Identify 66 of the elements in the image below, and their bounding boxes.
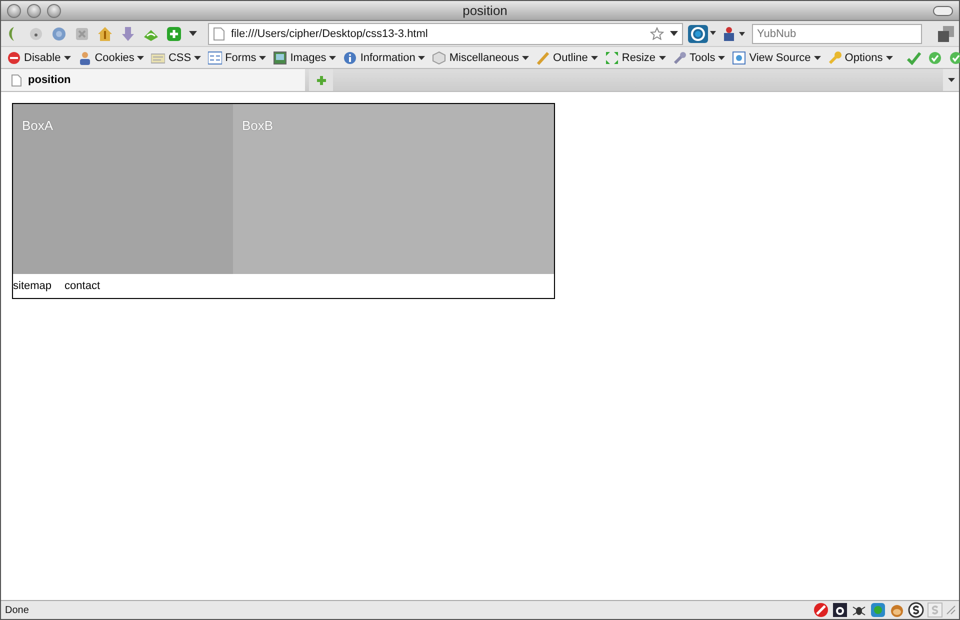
dropdown-arrow-icon [814,56,821,60]
window-title: position [462,3,508,18]
figure-icon[interactable] [721,26,747,42]
toolbar-menu[interactable]: Options [828,50,893,64]
dropdown-arrow-icon [948,78,954,82]
toolbar-menu[interactable]: Information [343,50,426,64]
zoom-button[interactable] [47,4,61,18]
stylesheet-icon [151,50,166,64]
home-icon[interactable] [97,26,113,42]
stop-icon[interactable] [74,26,90,42]
footer-link[interactable]: sitemap [13,280,52,292]
bookmark-star-icon[interactable] [650,27,664,40]
search-field[interactable]: YubNub [752,24,922,44]
new-tab-button[interactable] [309,69,333,91]
dropdown-arrow-icon [590,56,598,60]
dropdown-arrow-icon [259,56,266,60]
dropdown-arrow-icon [658,56,666,60]
no-entry-icon[interactable] [813,602,829,618]
dropdown-arrow-icon [64,56,71,60]
add-icon[interactable] [166,26,182,42]
dropdown-arrow-icon [522,56,530,60]
form-icon [208,50,222,64]
plus-icon [316,74,326,86]
status-text: Done [5,604,29,616]
s-icon[interactable] [908,602,924,618]
dropdown-arrow-icon [194,56,202,60]
toolbar-menu[interactable]: Resize [604,50,666,64]
download-icon[interactable] [120,26,136,42]
browser-tab[interactable]: position [1,69,305,91]
toolbar-menu[interactable]: View Source [732,50,821,64]
dropdown-arrow-icon[interactable] [670,31,678,36]
toolbar-menu[interactable]: CSS [151,50,202,64]
checkmark-icon[interactable] [906,50,921,64]
toolbar-menu[interactable]: Cookies [78,50,144,64]
footer-link[interactable]: contact [64,280,100,292]
box-label: BoxB [242,118,274,133]
tab-list-button[interactable] [943,69,959,91]
resize-arrows-icon [604,50,619,64]
picture-frame-icon [273,50,288,64]
windows-icon[interactable] [937,24,955,42]
toolbar-menu[interactable]: Disable [7,50,71,64]
person-icon [78,50,92,64]
pencil-icon [536,50,550,64]
dropdown-arrow-icon[interactable] [189,31,197,36]
close-button[interactable] [7,4,21,18]
source-page-icon [732,50,746,64]
dropdown-arrow-icon [886,56,893,60]
resize-grip-icon[interactable] [946,605,956,615]
address-field[interactable]: file:///Users/cipher/Desktop/css13-3.html [208,22,683,44]
toolbar-toggle-button[interactable] [933,6,953,16]
info-icon [343,50,358,64]
minimize-button[interactable] [27,4,41,18]
toolbar-menu[interactable]: Outline [536,50,598,64]
dropdown-arrow-icon [137,56,144,60]
toolbar-menu[interactable]: Tools [672,50,726,64]
dropdown-arrow-icon [418,56,426,60]
circular-arrow-icon[interactable] [688,24,716,42]
toolbar-menu[interactable]: Images [273,50,336,64]
no-entry-icon [7,50,21,64]
key-icon [828,50,842,64]
box-label: BoxA [22,118,54,133]
dropdown-arrow-icon [329,56,336,60]
toolbar-menu[interactable]: Miscellaneous [432,50,530,64]
dropdown-arrow-icon [718,56,726,60]
checkmark-circle-icon[interactable] [928,50,942,64]
toolbar-menu[interactable]: Forms [208,50,266,64]
